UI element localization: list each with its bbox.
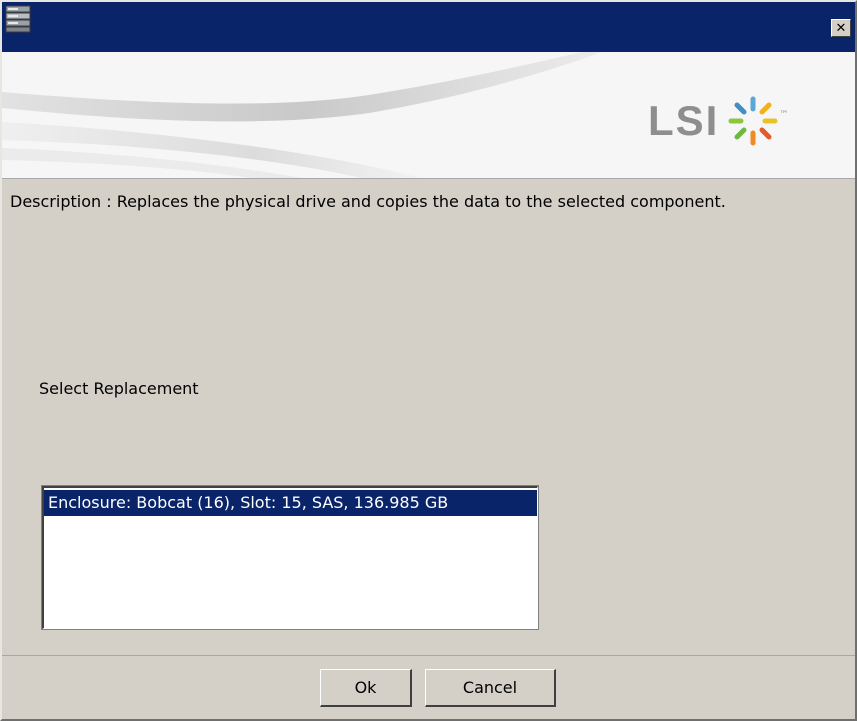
trademark-mark: ™ [779,110,789,120]
cancel-button[interactable]: Cancel [425,669,556,707]
list-item[interactable]: Enclosure: Bobcat (16), Slot: 15, SAS, 1… [44,490,537,516]
replace-drive-dialog: ✕ LSI ™ Description: Replaces the physi… [0,0,857,721]
description-text: Description : Replaces the physical driv… [10,192,726,211]
ok-button[interactable]: Ok [320,669,412,707]
server-stack-icon [5,5,31,33]
close-button[interactable]: ✕ [831,19,851,37]
dialog-button-bar: Ok Cancel [2,655,855,719]
header-banner: LSI ™ [2,52,855,179]
lsi-logo: LSI ™ [648,96,788,146]
dialog-body: Description : Replaces the physical driv… [2,179,855,655]
select-replacement-label: Select Replacement [39,379,199,398]
logo-text: LSI [648,97,720,144]
replacement-drive-listbox[interactable]: Enclosure: Bobcat (16), Slot: 15, SAS, 1… [41,485,539,630]
title-bar[interactable]: ✕ [2,2,855,52]
close-icon: ✕ [835,20,847,36]
lsi-starburst-logo [728,96,778,146]
